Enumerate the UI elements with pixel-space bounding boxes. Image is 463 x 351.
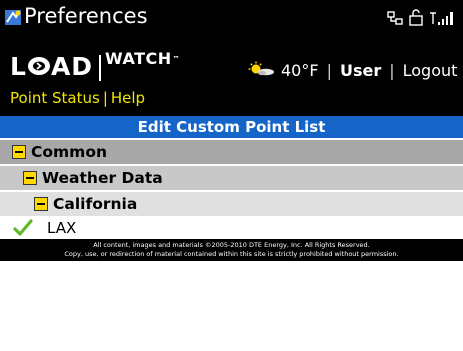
weather-and-user-bar: 40°F | User | Logout [247, 58, 457, 82]
user-link[interactable]: User [340, 61, 381, 80]
tree-node-label: California [53, 195, 138, 213]
point-label: LAX [47, 219, 77, 237]
preferences-app-icon [5, 10, 21, 25]
system-icons [387, 8, 455, 26]
nav-help-link[interactable]: Help [111, 89, 145, 107]
device-status-bar: Preferences [0, 0, 463, 34]
loadwatch-logo: L AD WATCH™ [10, 49, 180, 89]
lock-icon [409, 9, 423, 26]
app-header: L AD WATCH™ 40°F | User | Logout Point St… [0, 34, 463, 116]
copyright-line-2: Copy, use, or redirection of material co… [64, 250, 399, 258]
page-title: Edit Custom Point List [0, 116, 463, 138]
copyright-line-1: All content, images and materials ©2005-… [93, 241, 370, 249]
tree-node-california[interactable]: California [0, 192, 463, 216]
network-icon [387, 11, 403, 25]
app-title: Preferences [24, 4, 148, 28]
collapse-toggle-icon[interactable] [34, 197, 48, 211]
header-separator: | [326, 60, 332, 80]
temperature: 40°F [281, 60, 319, 80]
logo-letter-l: L [10, 52, 27, 81]
main-nav: Point Status | Help [10, 88, 145, 108]
checkmark-icon[interactable] [13, 219, 33, 237]
collapse-toggle-icon[interactable] [23, 171, 37, 185]
tree-node-label: Weather Data [42, 169, 163, 187]
copyright-footer: All content, images and materials ©2005-… [0, 239, 463, 261]
logo-watch-text: WATCH [105, 49, 172, 68]
tree-node-weather-data[interactable]: Weather Data [0, 166, 463, 190]
logo-o-icon [27, 50, 51, 75]
logout-link[interactable]: Logout [403, 61, 458, 80]
signal-icon [430, 12, 453, 25]
sun-cloud-icon [248, 61, 274, 76]
collapse-toggle-icon[interactable] [12, 145, 26, 159]
tree-node-common[interactable]: Common [0, 140, 463, 164]
logo-trademark: ™ [172, 55, 181, 63]
logo-divider [99, 55, 102, 81]
logo-letters-ad: AD [50, 52, 94, 81]
nav-separator: | [102, 89, 108, 107]
header-separator: | [389, 60, 395, 80]
nav-point-status-link[interactable]: Point Status [10, 89, 100, 107]
tree-leaf-lax[interactable]: LAX [0, 217, 463, 239]
tree-node-label: Common [31, 143, 108, 161]
